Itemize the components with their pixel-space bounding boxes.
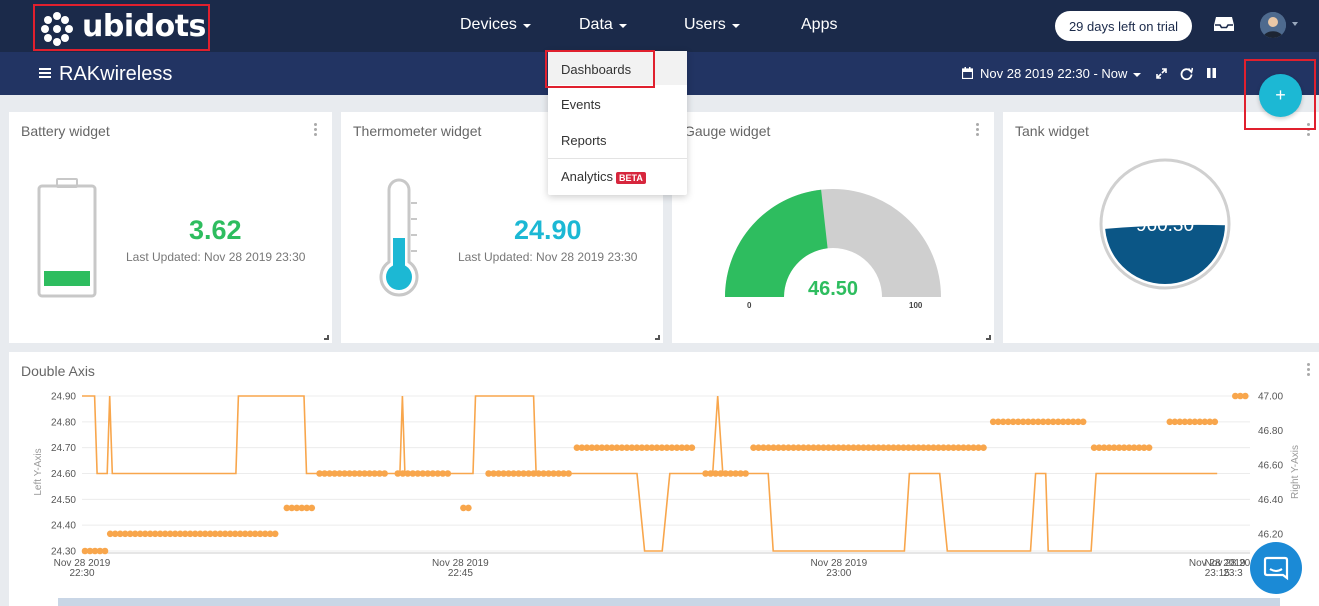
chevron-down-icon	[1133, 72, 1142, 77]
nav-devices-label: Devices	[460, 16, 517, 33]
chevron-down-icon	[731, 24, 740, 28]
left-tick-label: 24.50	[51, 495, 76, 506]
tank-value: 960.30	[1135, 215, 1195, 236]
last-updated-text: Last Updated: Nov 28 2019 23:30	[458, 250, 638, 264]
hamburger-menu-icon[interactable]	[39, 68, 51, 78]
thermometer-value: 24.90	[514, 215, 582, 245]
menu-item-events[interactable]: Events	[561, 97, 601, 112]
gauge-widget[interactable]: Gauge widget 46.50 0 100	[672, 112, 994, 343]
kebab-menu-icon[interactable]	[1307, 363, 1311, 378]
right-y-axis-label: Right Y-Axis	[1290, 445, 1301, 499]
series-point-right	[1145, 444, 1153, 452]
kebab-menu-icon[interactable]	[314, 123, 318, 138]
refresh-icon[interactable]	[1180, 67, 1193, 80]
series-point-right	[271, 530, 279, 538]
last-updated-text: Last Updated: Nov 28 2019 23:30	[126, 250, 306, 264]
left-tick-label: 24.60	[51, 469, 76, 480]
date-range-label: Nov 28 2019 22:30 - Now	[980, 66, 1128, 81]
expand-icon[interactable]	[1156, 68, 1167, 79]
highlight-box-logo	[33, 4, 210, 51]
left-tick-label: 24.70	[51, 443, 76, 454]
inbox-icon[interactable]	[1213, 16, 1235, 32]
series-point-right	[688, 444, 696, 452]
battery-icon	[37, 178, 97, 298]
right-tick-label: 46.80	[1258, 426, 1283, 437]
analytics-label: Analytics	[561, 169, 614, 184]
series-point-right	[980, 444, 987, 452]
chat-icon	[1263, 556, 1289, 581]
chart-navigator[interactable]	[58, 598, 1280, 606]
user-avatar[interactable]	[1260, 12, 1286, 38]
nav-apps-label: Apps	[801, 16, 838, 33]
kebab-menu-icon[interactable]	[976, 123, 980, 138]
series-point-right	[1242, 392, 1249, 400]
series-point-right	[444, 470, 452, 477]
battery-value: 3.62	[189, 215, 242, 245]
menu-item-analytics[interactable]: Analytics BETA	[561, 169, 646, 184]
chevron-down-icon	[522, 24, 531, 28]
resize-handle[interactable]	[324, 335, 329, 340]
series-point-right	[308, 504, 316, 512]
series-point-right	[101, 547, 109, 555]
series-point-right	[1079, 418, 1087, 426]
series-point-right	[381, 470, 388, 477]
chevron-down-icon[interactable]	[1292, 22, 1298, 26]
beta-badge: BETA	[616, 171, 646, 184]
calendar-icon	[962, 67, 973, 79]
gauge-max-label: 100	[909, 301, 923, 310]
widget-title: Battery widget	[21, 123, 110, 139]
thermometer-icon	[379, 178, 419, 297]
nav-devices[interactable]: Devices	[460, 16, 531, 34]
left-y-axis-label: Left Y-Axis	[33, 448, 44, 495]
highlight-box-dashboards	[545, 50, 655, 88]
x-tick-time: 23:00	[826, 568, 851, 579]
resize-handle[interactable]	[986, 335, 991, 340]
gauge-value: 46.50	[808, 278, 859, 300]
x-tick-time: 22:45	[448, 568, 473, 579]
left-tick-label: 24.40	[51, 521, 76, 532]
right-tick-label: 46.60	[1258, 460, 1283, 471]
pause-icon[interactable]	[1206, 67, 1217, 79]
left-tick-label: 24.80	[51, 417, 76, 428]
widget-title: Tank widget	[1015, 123, 1089, 139]
series-point-right	[1211, 418, 1219, 426]
widget-title: Thermometer widget	[353, 123, 482, 139]
nav-apps[interactable]: Apps	[801, 16, 837, 34]
series-point-right	[465, 504, 472, 512]
avatar-image	[1260, 12, 1286, 38]
chevron-down-icon	[618, 24, 627, 28]
right-tick-label: 46.20	[1258, 529, 1283, 540]
left-tick-label: 24.30	[51, 547, 76, 558]
nav-users-label: Users	[684, 16, 726, 33]
double-axis-chart[interactable]: Left Y-Axis Right Y-Axis 24.90 24.80 24.70…	[0, 380, 1319, 606]
trial-badge-button[interactable]: 29 days left on trial	[1055, 11, 1192, 41]
nav-data[interactable]: Data	[579, 16, 627, 34]
right-tick-label: 47.00	[1258, 392, 1283, 403]
widget-title: Gauge widget	[684, 123, 771, 139]
highlight-box-add-button	[1244, 59, 1316, 130]
battery-widget[interactable]: Battery widget 3.62 Last Updated: Nov 28…	[9, 112, 332, 343]
tank-widget[interactable]: Tank widget 960.30	[1003, 112, 1319, 343]
series-point-right	[565, 470, 572, 477]
x-tick-time: 23:3	[1223, 568, 1243, 579]
left-tick-label: 24.90	[51, 392, 76, 403]
right-tick-label: 46.40	[1258, 495, 1283, 506]
series-point-right	[742, 470, 749, 477]
date-range-selector[interactable]: Nov 28 2019 22:30 - Now	[980, 66, 1142, 81]
menu-item-reports[interactable]: Reports	[561, 133, 607, 148]
menu-divider	[548, 158, 687, 159]
nav-data-label: Data	[579, 16, 613, 33]
nav-users[interactable]: Users	[684, 16, 740, 34]
resize-handle[interactable]	[655, 335, 660, 340]
x-tick-time: 22:30	[69, 568, 94, 579]
widget-title: Double Axis	[21, 363, 95, 379]
chat-support-button[interactable]	[1250, 542, 1302, 594]
gauge-min-label: 0	[747, 301, 752, 310]
dashboard-title[interactable]: RAKwireless	[59, 63, 172, 86]
